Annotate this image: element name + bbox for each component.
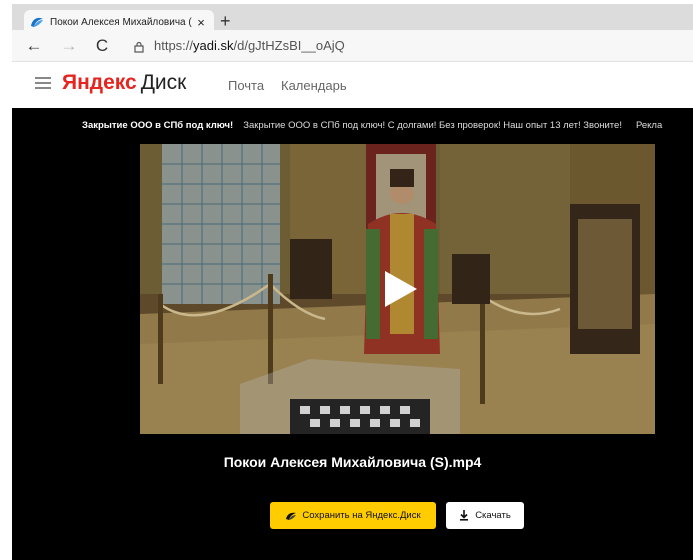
url-path: /d/gJtHZsBI__oAjQ xyxy=(233,38,345,53)
browser-address-row: ← → C https://yadi.sk/d/gJtHZsBI__oAjQ xyxy=(12,30,693,62)
download-button[interactable]: Скачать xyxy=(446,502,524,529)
header-link-calendar[interactable]: Календарь xyxy=(281,78,347,93)
url-host: yadi.sk xyxy=(193,38,234,53)
forward-button[interactable]: → xyxy=(59,36,79,56)
disk-save-icon xyxy=(285,511,297,521)
ad-text: Закрытие ООО в СПб под ключ! С долгами! … xyxy=(243,120,622,131)
play-icon[interactable] xyxy=(377,267,421,311)
yandex-disk-logo[interactable]: Яндекс Диск xyxy=(62,71,186,95)
ad-title: Закрытие ООО в СПб под ключ! xyxy=(82,120,234,131)
menu-icon[interactable] xyxy=(35,77,51,89)
address-bar[interactable]: https://yadi.sk/d/gJtHZsBI__oAjQ xyxy=(154,38,345,53)
yandex-header: Яндекс Диск Почта Календарь xyxy=(12,62,693,108)
video-player[interactable] xyxy=(140,144,655,434)
logo-product: Диск xyxy=(140,71,187,94)
reload-button[interactable]: C xyxy=(92,36,112,56)
back-button[interactable]: ← xyxy=(24,36,44,56)
lock-icon[interactable] xyxy=(133,40,145,53)
page-left-margin xyxy=(0,0,12,560)
file-name: Покои Алексея Михайловича (S).mp4 xyxy=(223,454,482,470)
file-viewer: Закрытие ООО в СПб под ключ! Закрытие ООО… xyxy=(12,108,693,560)
ad-banner[interactable]: Закрытие ООО в СПб под ключ! Закрытие ООО… xyxy=(82,120,662,131)
browser-tab-strip: Покои Алексея Михайловича ( × + xyxy=(12,4,693,34)
url-scheme: https:// xyxy=(154,38,194,53)
ad-label: Рекла xyxy=(635,120,663,131)
logo-brand: Яндекс xyxy=(62,71,137,94)
download-button-label: Скачать xyxy=(475,510,511,521)
tab-title: Покои Алексея Михайловича ( xyxy=(50,16,192,28)
header-link-mail[interactable]: Почта xyxy=(228,78,264,93)
save-to-disk-button[interactable]: Сохранить на Яндекс.Диск xyxy=(270,502,436,529)
tab-close-icon[interactable]: × xyxy=(194,15,208,30)
new-tab-button[interactable]: + xyxy=(220,12,231,30)
yandex-disk-favicon-icon xyxy=(30,15,44,29)
download-icon xyxy=(459,510,469,521)
save-button-label: Сохранить на Яндекс.Диск xyxy=(302,510,421,521)
